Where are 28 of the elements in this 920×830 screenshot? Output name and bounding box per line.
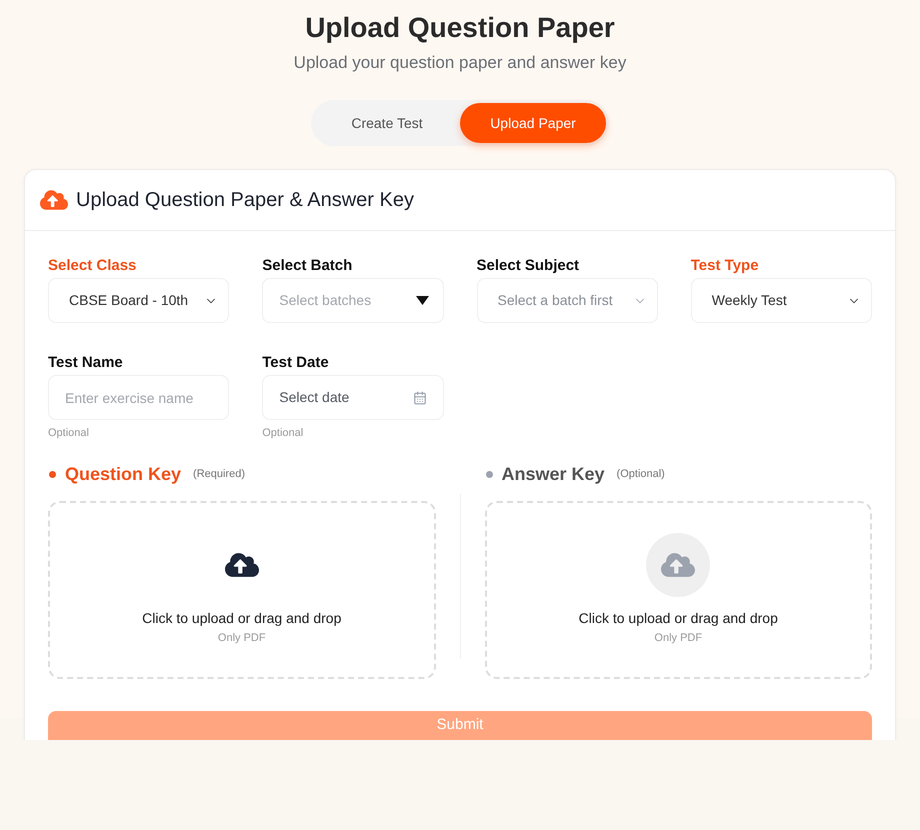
page-subtitle: Upload your question paper and answer key [294, 52, 626, 74]
select-dropdown[interactable]: Weekly Test [690, 278, 872, 323]
field-label: Select Batch [262, 256, 354, 276]
field-label: Select Class [48, 256, 138, 276]
tab[interactable]: Create Test [314, 103, 460, 143]
file-type-hint: Only PDF [218, 631, 266, 645]
section-title: Question Key [65, 462, 182, 486]
field-label: Test Date [262, 353, 330, 373]
section-title: Answer Key [502, 462, 605, 486]
field-label: Test Type [690, 256, 760, 276]
hint-text: Optional [262, 426, 304, 440]
caret-icon [416, 296, 428, 305]
text-input[interactable]: Enter exercise name [48, 375, 230, 420]
page-title: Upload Question Paper [305, 11, 615, 45]
upload-prompt: Click to upload or drag and drop [142, 609, 342, 628]
upload-dropzone[interactable]: Click to upload or drag and drop Only PDF [48, 501, 436, 679]
card-title: Upload Question Paper & Answer Key [76, 188, 414, 213]
section-note: (Required) [193, 466, 245, 482]
upload-prompt: Click to upload or drag and drop [578, 609, 778, 628]
section-note: (Optional) [616, 466, 665, 482]
upload-dropzone[interactable]: Click to upload or drag and drop Only PDF [484, 501, 872, 679]
file-type-hint: Only PDF [654, 631, 702, 645]
hint-text: Optional [48, 426, 90, 440]
calendar-icon [412, 390, 426, 404]
date-picker[interactable]: Select date [262, 375, 444, 420]
field-label: Test Name [48, 353, 124, 373]
select-dropdown[interactable]: CBSE Board - 10th [48, 278, 230, 323]
field-label: Select Subject [476, 256, 580, 276]
